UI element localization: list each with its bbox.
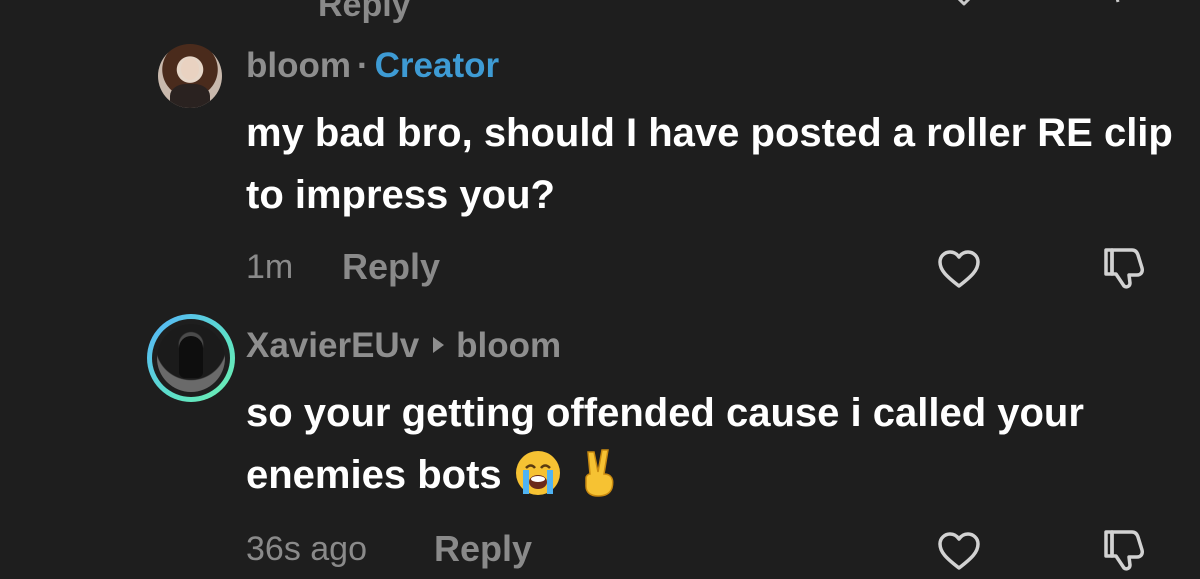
reply-button[interactable]: Reply	[342, 246, 440, 288]
username[interactable]: bloom	[246, 46, 351, 85]
avatar-person	[179, 336, 203, 378]
previous-reply-button[interactable]: Reply	[318, 0, 411, 25]
comment-text-body: so your getting offended cause i called …	[246, 391, 1084, 497]
victory-hand-icon	[585, 449, 614, 498]
comment-bloom: bloom · Creator my bad bro, should I have …	[0, 36, 1200, 306]
dislike-icon[interactable]	[1102, 528, 1150, 572]
reply-arrow-icon	[433, 336, 445, 353]
avatar-xavier-story-ring[interactable]	[147, 314, 235, 402]
previous-heart-icon[interactable]	[946, 0, 982, 6]
username[interactable]: XavierEUv	[246, 326, 419, 365]
previous-comment-actions: Reply	[0, 0, 1200, 24]
comment-header: XavierEUv bloom	[246, 326, 561, 366]
comment-timestamp: 36s ago	[246, 530, 367, 568]
reply-to-username[interactable]: bloom	[456, 326, 561, 365]
avatar-face	[181, 58, 199, 80]
heart-icon[interactable]	[936, 530, 982, 572]
previous-dislike-icon[interactable]	[1098, 0, 1134, 4]
comment-timestamp: 1m	[246, 248, 294, 286]
comment-xavier: XavierEUv bloom so your getting offended …	[0, 306, 1200, 579]
comment-header: bloom · Creator	[246, 46, 499, 86]
comment-text: so your getting offended cause i called …	[246, 382, 1176, 506]
comment-actions: 1m Reply	[246, 242, 1176, 292]
creator-badge: Creator	[374, 46, 500, 85]
avatar-bloom[interactable]	[158, 44, 222, 108]
comment-text: my bad bro, should I have posted a rolle…	[246, 111, 1173, 217]
reply-button[interactable]: Reply	[434, 528, 532, 570]
avatar-xavier	[157, 324, 225, 392]
dislike-icon[interactable]	[1102, 246, 1150, 290]
separator-dot: ·	[356, 46, 369, 85]
avatar-body	[170, 84, 210, 108]
heart-icon[interactable]	[936, 248, 982, 290]
loudly-crying-face-icon	[515, 451, 560, 496]
comment-actions: 36s ago Reply	[246, 524, 1176, 574]
